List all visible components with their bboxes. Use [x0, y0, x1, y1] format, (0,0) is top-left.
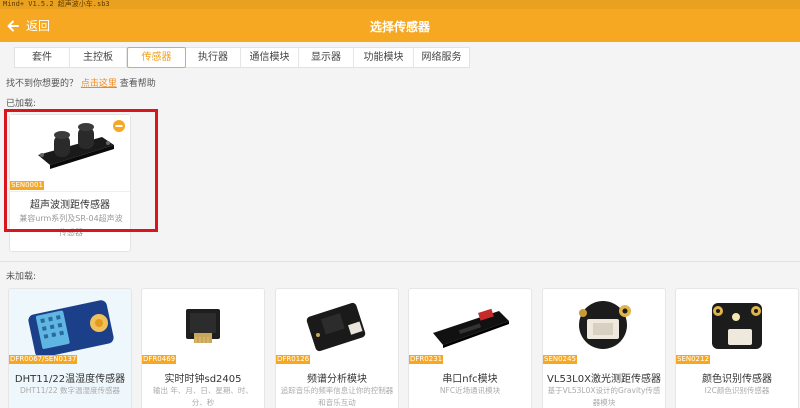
- extension-description: 基于VL53L0X设计的Gravity传感器模块: [547, 386, 661, 407]
- product-code-badge: SEN0212: [676, 355, 710, 364]
- extension-description: 输出 年、月、日、星期、时、分、秒: [153, 386, 253, 407]
- tab-kit[interactable]: 套件: [15, 48, 70, 67]
- nfc-module-image: [409, 289, 531, 365]
- section-divider: [0, 261, 800, 262]
- product-code-badge: DFR0126: [276, 355, 311, 364]
- extension-description: I2C颜色识别传感器: [704, 386, 770, 395]
- vl53l0x-sensor-image: [543, 289, 665, 365]
- extension-name: 频谱分析模块: [307, 374, 367, 385]
- help-text: 找不到你想要的？ 点击这里 查看帮助: [6, 76, 156, 89]
- help-prefix: 找不到你想要的？: [6, 79, 79, 89]
- extension-name: VL53L0X激光测距传感器: [547, 374, 661, 385]
- tab-communication[interactable]: 通信模块: [241, 48, 299, 67]
- help-link[interactable]: 点击这里: [81, 79, 117, 89]
- extension-card-rtc[interactable]: DFR0469 实时时钟sd2405 输出 年、月、日、星期、时、分、秒: [141, 288, 265, 408]
- tab-actuator[interactable]: 执行器: [186, 48, 241, 67]
- window-titlebar: Mind+ V1.5.2 超声波小车.sb3: [0, 0, 800, 9]
- extension-description: NFC近场通讯模块: [439, 386, 501, 395]
- category-tabs: 套件 主控板 传感器 执行器 通信模块 显示器 功能模块 网络服务: [14, 47, 470, 68]
- tab-mainboard[interactable]: 主控板: [70, 48, 127, 67]
- window-title: Mind+ V1.5.2 超声波小车.sb3: [3, 0, 110, 8]
- rtc-module-image: [142, 289, 264, 365]
- extension-card-dht[interactable]: DFR0067/SEN0137 DHT11/22温湿度传感器 DHT11/22 …: [8, 288, 132, 408]
- dht-sensor-image: [9, 289, 131, 365]
- unloaded-section-label: 未加载:: [6, 272, 37, 282]
- product-code-badge: DFR0469: [142, 355, 177, 364]
- extension-card-nfc[interactable]: DFR0231 串口nfc模块 NFC近场通讯模块: [408, 288, 532, 408]
- tab-function[interactable]: 功能模块: [354, 48, 414, 67]
- tab-display[interactable]: 显示器: [299, 48, 354, 67]
- extension-name: 串口nfc模块: [442, 374, 498, 385]
- help-suffix: 查看帮助: [119, 79, 156, 89]
- color-sensor-image: [676, 289, 798, 365]
- product-code-badge: DFR0067/SEN0137: [9, 355, 78, 364]
- extension-description: DHT11/22 数字温湿度传感器: [20, 386, 120, 395]
- spectrum-module-image: [276, 289, 398, 365]
- tab-network[interactable]: 网络服务: [414, 48, 469, 67]
- page-title: 选择传感器: [369, 20, 430, 34]
- extension-name: 颜色识别传感器: [702, 374, 772, 385]
- extension-name: DHT11/22温湿度传感器: [14, 374, 126, 385]
- tab-sensor[interactable]: 传感器: [127, 47, 186, 68]
- product-code-badge: SEN0245: [543, 355, 577, 364]
- extension-card-vl53l0x[interactable]: SEN0245 VL53L0X激光测距传感器 基于VL53L0X设计的Gravi…: [542, 288, 666, 408]
- extension-card-color[interactable]: SEN0212 颜色识别传感器 I2C颜色识别传感器: [675, 288, 799, 408]
- extension-description: 追踪音乐的频率信息让你的控制器和音乐互动: [280, 386, 394, 407]
- loaded-section-label: 已加载:: [6, 99, 37, 109]
- extension-card-spectrum[interactable]: DFR0126 频谱分析模块 追踪音乐的频率信息让你的控制器和音乐互动: [275, 288, 399, 408]
- selection-highlight: [4, 109, 158, 232]
- header-bar: 返回 选择传感器: [0, 9, 800, 42]
- extension-name: 实时时钟sd2405: [164, 374, 242, 385]
- product-code-badge: DFR0231: [409, 355, 444, 364]
